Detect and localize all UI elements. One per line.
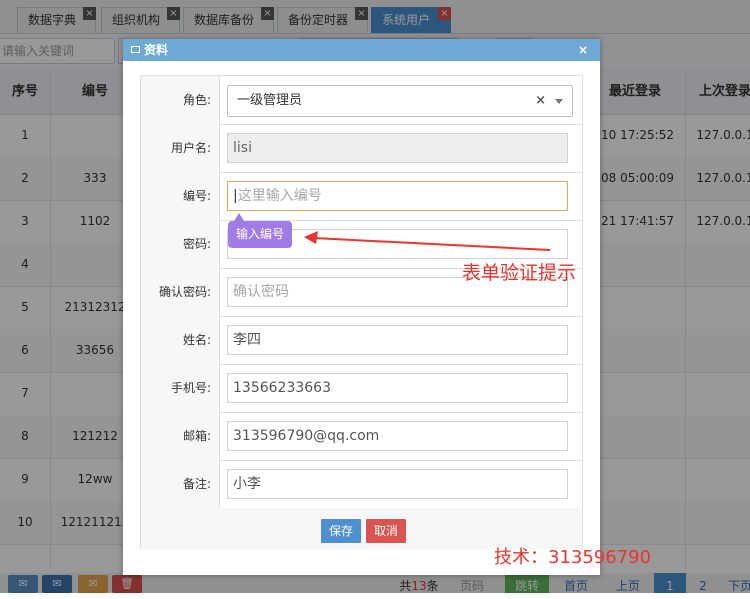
field-label: 用户名:	[141, 124, 220, 172]
role-select[interactable]: 一级管理员 ×	[227, 85, 573, 117]
role-label: 角色:	[182, 93, 211, 107]
form-row-email: 邮箱: 313596790@qq.com	[141, 412, 582, 461]
form-row-role: 角色: 一级管理员 ×	[141, 76, 582, 125]
tooltip-tail	[234, 213, 244, 221]
window-icon	[131, 46, 140, 53]
save-button[interactable]: 保存	[321, 519, 361, 543]
annotation-arrow	[304, 231, 551, 251]
annotation-text: 表单验证提示	[462, 262, 577, 284]
dialog-title: 资料	[144, 43, 169, 57]
form-row-code: 编号: |这里输入编号	[141, 172, 582, 221]
email-field[interactable]: 313596790@qq.com	[227, 421, 568, 451]
code-label: 编号:	[182, 189, 211, 203]
validation-tooltip: 输入编号	[228, 213, 292, 248]
remark-field[interactable]: 小李	[227, 469, 568, 499]
field-label: 确认密码:	[141, 268, 220, 316]
arrow-line	[313, 237, 551, 251]
field-label: 编号:	[141, 172, 220, 220]
code-field[interactable]: |这里输入编号	[227, 181, 568, 211]
username-field[interactable]: lisi	[227, 133, 568, 163]
close-icon[interactable]: ×	[578, 39, 588, 61]
password-label: 密码:	[182, 237, 211, 251]
field-label: 邮箱:	[141, 412, 220, 460]
field-label: 备注:	[141, 460, 220, 508]
code-placeholder: 这里输入编号	[237, 188, 322, 204]
field-label: 角色:	[141, 76, 220, 124]
field-label: 密码:	[141, 220, 220, 268]
name-label: 姓名:	[182, 333, 211, 347]
remark-label: 备注:	[182, 477, 211, 491]
field-label: 手机号:	[141, 364, 220, 412]
form-row-remark: 备注: 小李	[141, 460, 582, 509]
username-label: 用户名:	[170, 141, 211, 155]
chevron-down-icon[interactable]	[555, 99, 563, 104]
profile-dialog: 资料 × 角色: 一级管理员 × 用户名: lisi 编号: |这里输入编号 密…	[123, 39, 600, 575]
tooltip-text: 输入编号	[235, 227, 284, 241]
form-row-name: 姓名: 李四	[141, 316, 582, 365]
role-selected-value: 一级管理员	[237, 93, 303, 108]
phone-field[interactable]: 13566233663	[227, 373, 568, 403]
dialog-header: 资料 ×	[123, 39, 600, 61]
phone-label: 手机号:	[170, 381, 211, 395]
field-label: 姓名:	[141, 316, 220, 364]
form-row-username: 用户名: lisi	[141, 124, 582, 173]
contact-text: 技术：313596790	[494, 547, 652, 568]
cancel-button[interactable]: 取消	[366, 519, 406, 543]
profile-form: 角色: 一级管理员 × 用户名: lisi 编号: |这里输入编号 密码: 确认…	[140, 75, 583, 549]
arrow-head	[304, 231, 318, 244]
form-row-phone: 手机号: 13566233663	[141, 364, 582, 413]
clear-icon[interactable]: ×	[535, 86, 546, 116]
name-field[interactable]: 李四	[227, 325, 568, 355]
email-label: 邮箱:	[182, 429, 211, 443]
confirm-password-label: 确认密码:	[158, 285, 211, 299]
